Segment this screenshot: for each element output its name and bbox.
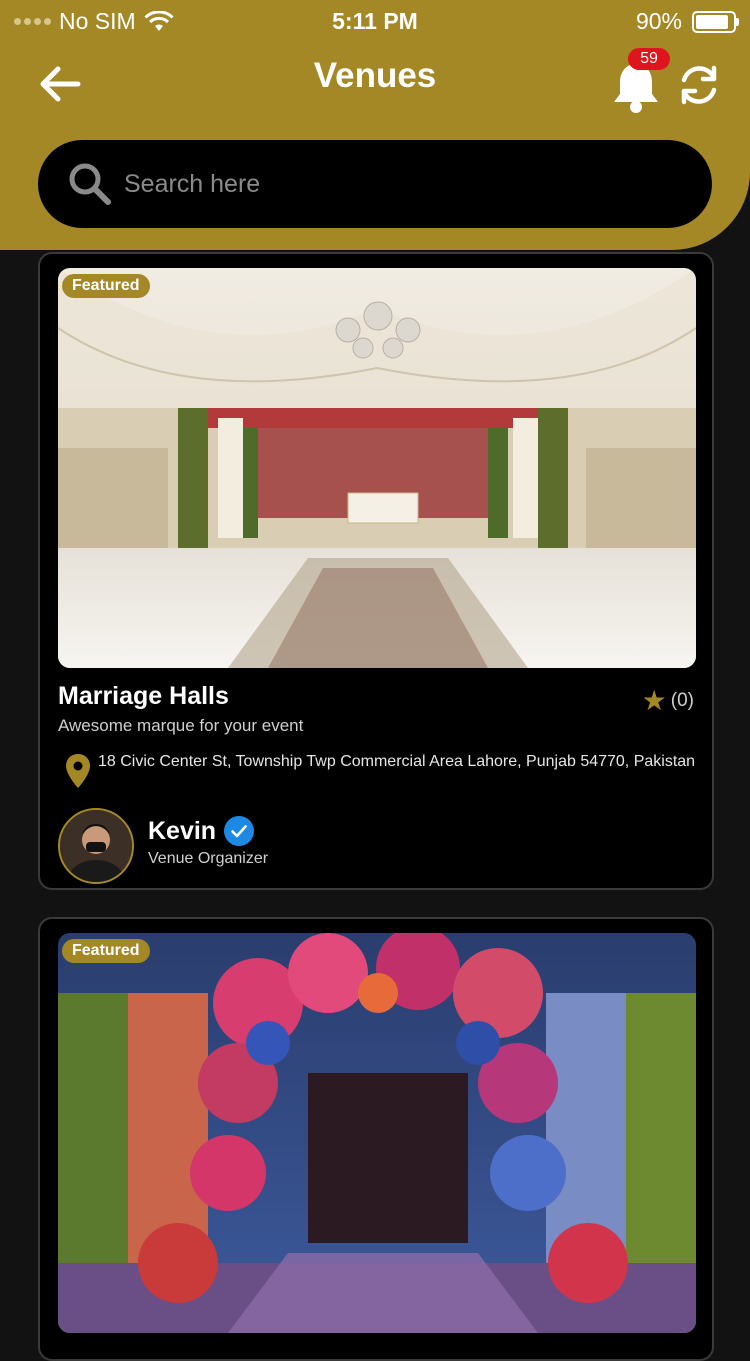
featured-badge: Featured	[62, 939, 150, 963]
venue-name: Marriage Halls	[58, 682, 229, 710]
search-input[interactable]	[122, 168, 666, 200]
venue-rating: ★ (0)	[642, 684, 694, 717]
status-bar: No SIM 5:11 PM 90%	[0, 0, 750, 40]
venue-card[interactable]: Featured	[38, 917, 714, 1361]
notification-count-badge: 59	[628, 48, 670, 70]
venue-image	[58, 933, 696, 1333]
featured-badge: Featured	[62, 274, 150, 298]
rating-count: (0)	[670, 689, 694, 711]
search-bar[interactable]	[38, 140, 712, 228]
search-icon	[69, 163, 111, 205]
verified-check-icon	[224, 816, 255, 846]
organizer-avatar[interactable]	[58, 808, 134, 884]
organizer-role: Venue Organizer	[148, 850, 269, 867]
location-pin-icon	[66, 754, 90, 788]
venue-card[interactable]: Featured Marriage Halls ★ (0) Awesome ma…	[38, 252, 714, 890]
venue-description: Awesome marque for your event	[58, 716, 304, 735]
refresh-icon[interactable]	[674, 60, 724, 110]
star-icon: ★	[641, 685, 667, 716]
organizer-name-row: Kevin	[148, 816, 255, 846]
battery-percent: 90%	[635, 8, 682, 34]
organizer-name: Kevin	[148, 816, 217, 845]
venue-image	[58, 268, 696, 668]
venue-address: 18 Civic Center St, Township Twp Commerc…	[98, 753, 696, 770]
battery-icon	[692, 10, 739, 33]
